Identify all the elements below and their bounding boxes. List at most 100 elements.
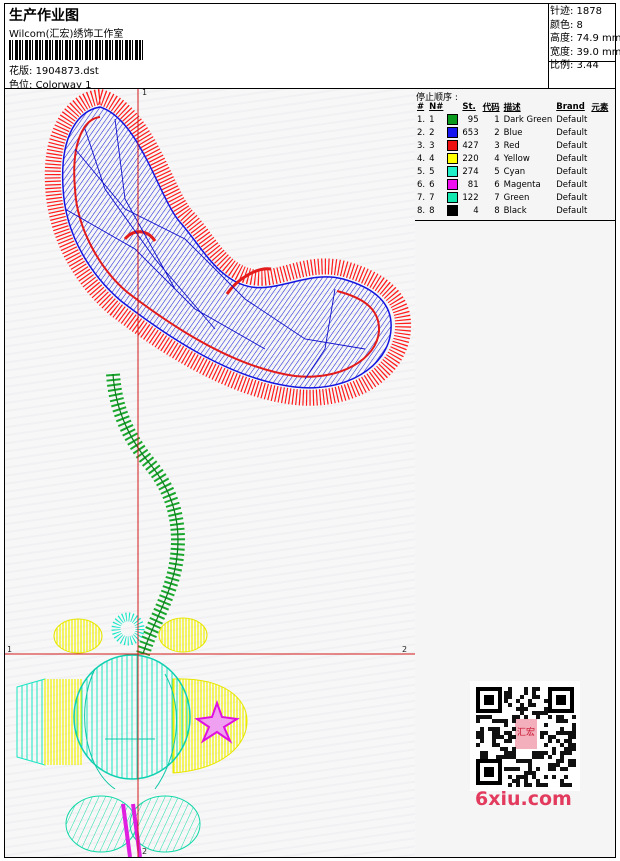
table-row: 3. 3 427 3 Red Default — [415, 139, 610, 152]
row-stitches: 81 — [467, 179, 479, 190]
row-brand: Default — [556, 114, 588, 125]
row-needle: 4 — [429, 153, 435, 164]
table-header-row: # N# St. 代码 描述 Brand 元素 — [415, 101, 610, 113]
row-description: Black — [503, 205, 527, 216]
row-needle: 8 — [429, 205, 435, 216]
design-height: 高度: 74.9 mm — [550, 33, 620, 44]
axis-bottom-label: 2 — [142, 847, 148, 856]
row-swatch — [445, 178, 460, 191]
row-stitches: 274 — [462, 166, 479, 177]
col-element: 元素 — [591, 103, 609, 113]
row-description: Yellow — [503, 153, 530, 164]
row-description: Dark Green — [503, 114, 553, 125]
small-leaves — [53, 612, 208, 654]
col-index: # — [417, 102, 425, 112]
row-swatch — [445, 126, 460, 139]
row-index: 4. — [417, 153, 426, 164]
color-swatch — [447, 127, 459, 138]
color-swatch — [447, 153, 459, 164]
col-code: 代码 — [482, 103, 500, 113]
row-swatch — [445, 191, 460, 204]
row-brand: Default — [556, 140, 588, 151]
color-swatch — [447, 205, 459, 216]
row-element — [589, 178, 610, 191]
table-row: 2. 2 653 2 Blue Default — [415, 126, 610, 139]
row-description: Green — [503, 192, 530, 203]
row-description: Cyan — [503, 166, 526, 177]
row-stitches: 4 — [473, 205, 479, 216]
row-stitches: 95 — [467, 114, 479, 125]
color-swatch — [447, 114, 459, 125]
row-stitches: 122 — [462, 192, 479, 203]
color-swatch — [447, 140, 459, 151]
row-swatch — [445, 152, 460, 165]
row-description: Magenta — [503, 179, 541, 190]
design-stats: 针迹: 1878 颜色: 8 高度: 74.9 mm 宽度: 39.0 mm 比… — [550, 5, 620, 73]
row-index: 6. — [417, 179, 426, 190]
row-brand: Default — [556, 205, 588, 216]
seal-stamp: 汇宏 — [517, 728, 536, 738]
color-swatch — [447, 192, 459, 203]
row-code: 1 — [494, 114, 500, 125]
row-code: 6 — [494, 179, 500, 190]
row-element — [589, 126, 610, 139]
table-row: 7. 7 122 7 Green Default — [415, 191, 610, 204]
table-row: 8. 8 4 8 Black Default — [415, 204, 610, 217]
watermark-text: 6xiu.com — [475, 788, 572, 810]
stem-shape — [106, 373, 185, 657]
qr-code: 汇宏 — [470, 681, 580, 791]
page-title: 生产作业图 — [9, 8, 79, 24]
leaf-shape — [44, 89, 412, 406]
row-element — [589, 152, 610, 165]
row-needle: 3 — [429, 140, 435, 151]
row-index: 8. — [417, 205, 426, 216]
row-needle: 6 — [429, 179, 435, 190]
col-needle: N# — [429, 102, 444, 112]
row-index: 2. — [417, 127, 426, 138]
row-needle: 7 — [429, 192, 435, 203]
stats-divider — [548, 61, 615, 62]
row-brand: Default — [556, 127, 588, 138]
table-row: 1. 1 95 1 Dark Green Default — [415, 113, 610, 126]
row-element — [589, 165, 610, 178]
row-swatch — [445, 113, 460, 126]
table-row: 6. 6 81 6 Magenta Default — [415, 178, 610, 191]
row-needle: 5 — [429, 166, 435, 177]
row-needle: 2 — [429, 127, 435, 138]
row-stitches: 653 — [462, 127, 479, 138]
row-stitches: 220 — [462, 153, 479, 164]
row-code: 5 — [494, 166, 500, 177]
axis-right-label: 2 — [402, 645, 408, 654]
col-brand: Brand — [556, 102, 585, 112]
row-brand: Default — [556, 166, 588, 177]
row-index: 7. — [417, 192, 426, 203]
row-element — [589, 139, 610, 152]
col-description: 描述 — [503, 103, 521, 113]
row-code: 8 — [494, 205, 500, 216]
row-brand: Default — [556, 153, 588, 164]
row-code: 2 — [494, 127, 500, 138]
row-swatch — [445, 139, 460, 152]
row-stitches: 427 — [462, 140, 479, 151]
panel-divider — [415, 220, 615, 221]
row-index: 3. — [417, 140, 426, 151]
row-index: 1. — [417, 114, 426, 125]
design-preview: 1 1 2 2 — [5, 89, 416, 857]
pot-shape — [16, 654, 248, 857]
row-needle: 1 — [429, 114, 435, 125]
row-element — [589, 113, 610, 126]
col-swatch — [445, 101, 460, 113]
stitch-count: 针迹: 1878 — [550, 6, 602, 17]
color-swatch — [447, 179, 459, 190]
studio-name: Wilcom(汇宏)绣饰工作室 — [9, 29, 124, 40]
row-code: 4 — [494, 153, 500, 164]
design-width: 宽度: 39.0 mm — [550, 46, 620, 58]
row-code: 3 — [494, 140, 500, 151]
sheet-header: 生产作业图 Wilcom(汇宏)绣饰工作室 花版: 1904873.dst 色位… — [4, 3, 620, 91]
row-description: Red — [503, 140, 520, 151]
axis-top-label: 1 — [142, 89, 148, 97]
table-row: 5. 5 274 5 Cyan Default — [415, 165, 610, 178]
row-swatch — [445, 204, 460, 217]
table-row: 4. 4 220 4 Yellow Default — [415, 152, 610, 165]
color-count: 颜色: 8 — [550, 19, 583, 31]
